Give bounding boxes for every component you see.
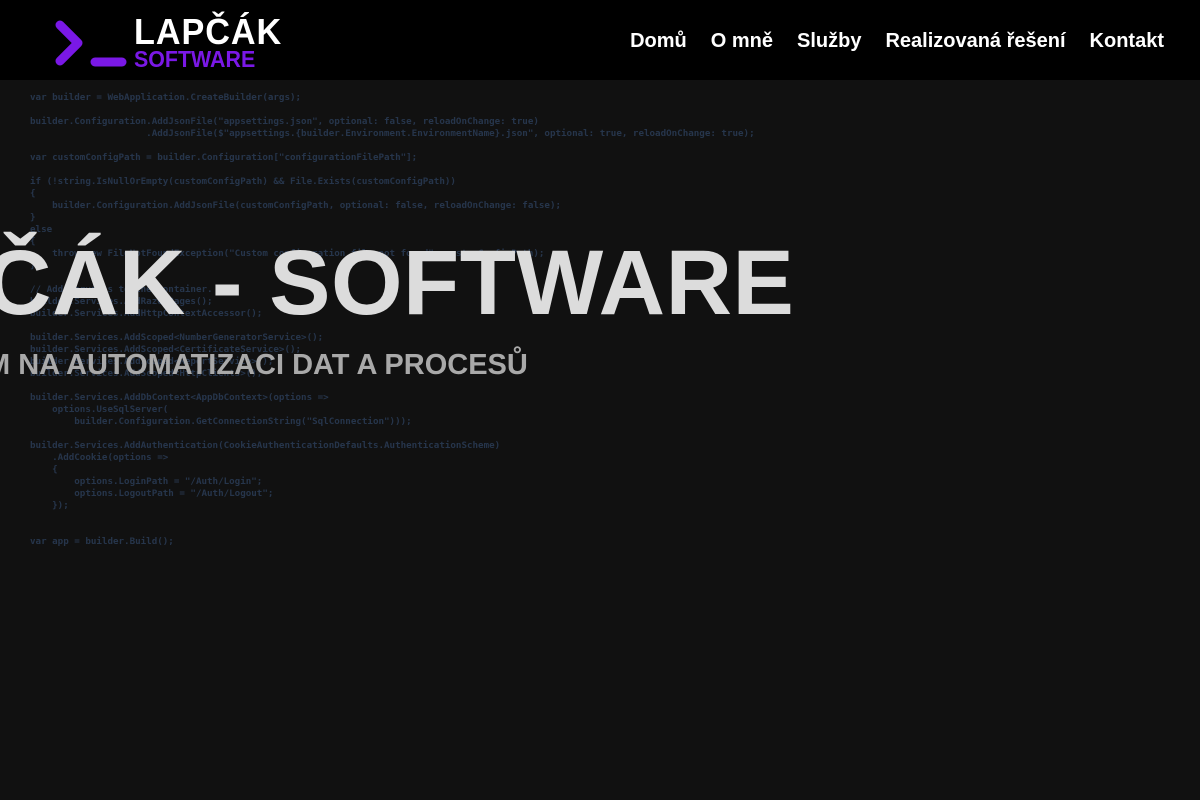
logo-word-top: LAPČÁK (134, 11, 283, 52)
logo-word-bottom: SOFTWARE (134, 46, 256, 72)
nav-item-kontakt[interactable]: Kontakt (1090, 29, 1164, 53)
hero-subheadline: M NA AUTOMATIZACI DAT A PROCESŮ (0, 349, 528, 381)
logo[interactable]: LAPČÁK SOFTWARE (54, 14, 281, 72)
main-nav: Domů O mně Služby Realizovaná řešení Kon… (630, 28, 1164, 54)
hero-headline: ČÁK - SOFTWARE (0, 232, 795, 334)
terminal-prompt-icon (55, 20, 127, 67)
hero-section: var builder = WebApplication.CreateBuild… (0, 80, 1200, 800)
nav-item-o-mne[interactable]: O mně (711, 29, 773, 53)
hero-overlay (0, 80, 1200, 800)
site-header: LAPČÁK SOFTWARE Domů O mně Služby Realiz… (0, 0, 1200, 80)
nav-item-domu[interactable]: Domů (630, 29, 687, 53)
nav-item-sluzby[interactable]: Služby (797, 29, 861, 53)
nav-item-realizovana-reseni[interactable]: Realizovaná řešení (885, 29, 1065, 53)
